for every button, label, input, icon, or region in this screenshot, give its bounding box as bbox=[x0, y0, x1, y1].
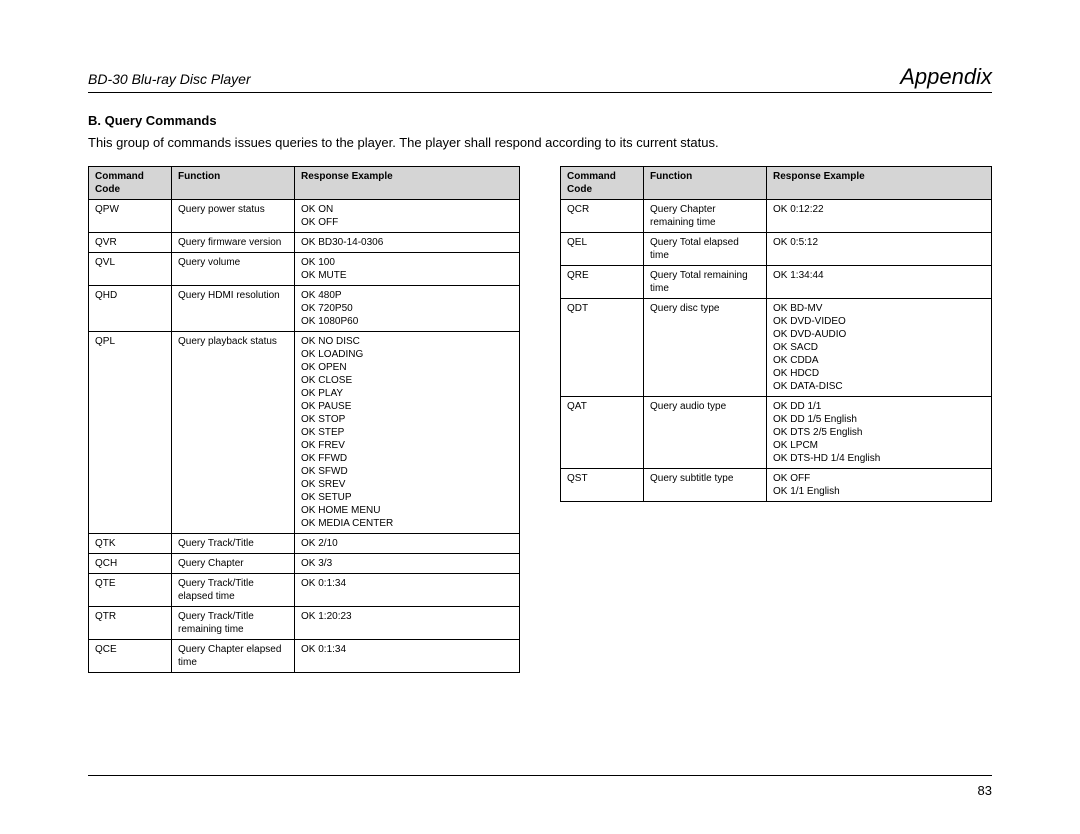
table-row: QELQuery Total elapsed timeOK 0:5:12 bbox=[561, 232, 992, 265]
cell-response: OK 1:20:23 bbox=[295, 606, 520, 639]
cell-response: OK NO DISC OK LOADING OK OPEN OK CLOSE O… bbox=[295, 331, 520, 533]
query-table-left: Command Code Function Response Example Q… bbox=[88, 166, 520, 673]
cell-response: OK OFF OK 1/1 English bbox=[767, 468, 992, 501]
cell-function: Query HDMI resolution bbox=[172, 285, 295, 331]
table-header-row: Command Code Function Response Example bbox=[89, 166, 520, 199]
page-number: 83 bbox=[978, 783, 992, 798]
cell-function: Query Track/Title remaining time bbox=[172, 606, 295, 639]
cell-response: OK BD30-14-0306 bbox=[295, 232, 520, 252]
cell-command-code: QTE bbox=[89, 573, 172, 606]
cell-function: Query firmware version bbox=[172, 232, 295, 252]
cell-command-code: QVR bbox=[89, 232, 172, 252]
cell-function: Query playback status bbox=[172, 331, 295, 533]
cell-response: OK 480P OK 720P50 OK 1080P60 bbox=[295, 285, 520, 331]
cell-response: OK 0:12:22 bbox=[767, 199, 992, 232]
th-resp: Response Example bbox=[767, 166, 992, 199]
cell-function: Query Chapter remaining time bbox=[644, 199, 767, 232]
table-row: QHDQuery HDMI resolutionOK 480P OK 720P5… bbox=[89, 285, 520, 331]
th-code: Command Code bbox=[89, 166, 172, 199]
cell-response: OK 3/3 bbox=[295, 553, 520, 573]
cell-response: OK 1:34:44 bbox=[767, 265, 992, 298]
cell-command-code: QTR bbox=[89, 606, 172, 639]
table-row: QDTQuery disc typeOK BD-MV OK DVD-VIDEO … bbox=[561, 298, 992, 396]
th-func: Function bbox=[644, 166, 767, 199]
subsection-intro: This group of commands issues queries to… bbox=[88, 134, 992, 152]
footer-rule bbox=[88, 775, 992, 776]
cell-function: Query disc type bbox=[644, 298, 767, 396]
cell-function: Query Total remaining time bbox=[644, 265, 767, 298]
cell-response: OK 0:5:12 bbox=[767, 232, 992, 265]
cell-command-code: QRE bbox=[561, 265, 644, 298]
cell-response: OK 2/10 bbox=[295, 533, 520, 553]
tables-container: Command Code Function Response Example Q… bbox=[88, 166, 992, 673]
cell-command-code: QST bbox=[561, 468, 644, 501]
cell-response: OK 0:1:34 bbox=[295, 639, 520, 672]
cell-command-code: QEL bbox=[561, 232, 644, 265]
cell-function: Query Track/Title bbox=[172, 533, 295, 553]
cell-function: Query Chapter elapsed time bbox=[172, 639, 295, 672]
table-row: QCHQuery ChapterOK 3/3 bbox=[89, 553, 520, 573]
table-row: QSTQuery subtitle typeOK OFF OK 1/1 Engl… bbox=[561, 468, 992, 501]
cell-command-code: QCH bbox=[89, 553, 172, 573]
cell-command-code: QTK bbox=[89, 533, 172, 553]
section-name: Appendix bbox=[900, 64, 992, 90]
table-row: QPWQuery power statusOK ON OK OFF bbox=[89, 199, 520, 232]
cell-function: Query Total elapsed time bbox=[644, 232, 767, 265]
cell-command-code: QDT bbox=[561, 298, 644, 396]
th-resp: Response Example bbox=[295, 166, 520, 199]
cell-command-code: QVL bbox=[89, 252, 172, 285]
cell-response: OK ON OK OFF bbox=[295, 199, 520, 232]
cell-function: Query Track/Title elapsed time bbox=[172, 573, 295, 606]
cell-function: Query volume bbox=[172, 252, 295, 285]
table-row: QVRQuery firmware versionOK BD30-14-0306 bbox=[89, 232, 520, 252]
subsection-title: B. Query Commands bbox=[88, 113, 992, 128]
query-table-right: Command Code Function Response Example Q… bbox=[560, 166, 992, 502]
cell-response: OK 0:1:34 bbox=[295, 573, 520, 606]
table-row: QREQuery Total remaining timeOK 1:34:44 bbox=[561, 265, 992, 298]
th-code: Command Code bbox=[561, 166, 644, 199]
table-row: QPLQuery playback statusOK NO DISC OK LO… bbox=[89, 331, 520, 533]
cell-command-code: QHD bbox=[89, 285, 172, 331]
right-column: Command Code Function Response Example Q… bbox=[560, 166, 992, 502]
cell-command-code: QAT bbox=[561, 396, 644, 468]
table-row: QTKQuery Track/TitleOK 2/10 bbox=[89, 533, 520, 553]
page-header: BD-30 Blu-ray Disc Player Appendix bbox=[88, 64, 992, 93]
cell-function: Query subtitle type bbox=[644, 468, 767, 501]
cell-function: Query Chapter bbox=[172, 553, 295, 573]
left-column: Command Code Function Response Example Q… bbox=[88, 166, 520, 673]
table-row: QVLQuery volumeOK 100 OK MUTE bbox=[89, 252, 520, 285]
cell-command-code: QPL bbox=[89, 331, 172, 533]
cell-command-code: QCE bbox=[89, 639, 172, 672]
cell-response: OK 100 OK MUTE bbox=[295, 252, 520, 285]
cell-command-code: QPW bbox=[89, 199, 172, 232]
cell-response: OK BD-MV OK DVD-VIDEO OK DVD-AUDIO OK SA… bbox=[767, 298, 992, 396]
th-func: Function bbox=[172, 166, 295, 199]
table-header-row: Command Code Function Response Example bbox=[561, 166, 992, 199]
cell-function: Query power status bbox=[172, 199, 295, 232]
cell-command-code: QCR bbox=[561, 199, 644, 232]
table-row: QCRQuery Chapter remaining timeOK 0:12:2… bbox=[561, 199, 992, 232]
table-row: QTEQuery Track/Title elapsed timeOK 0:1:… bbox=[89, 573, 520, 606]
table-row: QCEQuery Chapter elapsed timeOK 0:1:34 bbox=[89, 639, 520, 672]
cell-function: Query audio type bbox=[644, 396, 767, 468]
cell-response: OK DD 1/1 OK DD 1/5 English OK DTS 2/5 E… bbox=[767, 396, 992, 468]
table-row: QATQuery audio typeOK DD 1/1 OK DD 1/5 E… bbox=[561, 396, 992, 468]
table-row: QTRQuery Track/Title remaining timeOK 1:… bbox=[89, 606, 520, 639]
product-name: BD-30 Blu-ray Disc Player bbox=[88, 71, 251, 87]
